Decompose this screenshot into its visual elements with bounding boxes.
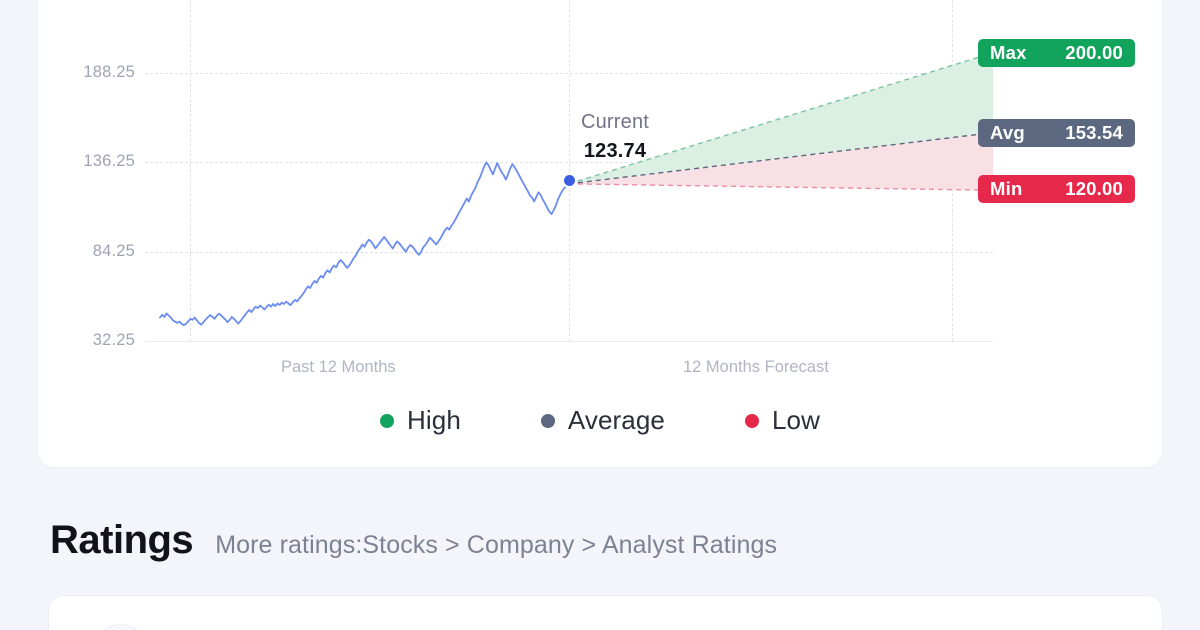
breadcrumb[interactable]: More ratings:Stocks > Company > Analyst … xyxy=(215,533,777,558)
badge-avg: Avg 153.54 xyxy=(978,119,1135,147)
ratings-card xyxy=(48,595,1163,630)
y-axis-tick-32-25: 32.25 xyxy=(92,331,135,349)
current-price-value: 123.74 xyxy=(583,140,647,162)
page-title: Ratings xyxy=(50,518,194,562)
price-history-line xyxy=(159,161,570,327)
y-axis-tick-188-25: 188.25 xyxy=(83,63,135,81)
legend-label-average: Average xyxy=(567,405,665,435)
x-axis-label-past: Past 12 Months xyxy=(281,358,396,376)
price-forecast-chart: 188.25 136.25 84.25 32.25 Past 12 Months… xyxy=(0,0,1200,470)
current-price-annotation: Current 123.74 xyxy=(515,112,715,161)
legend-label-high: High xyxy=(407,405,461,435)
badge-max: Max 200.00 xyxy=(978,39,1135,67)
gridline-32-25 xyxy=(145,341,993,342)
current-price-label: Current xyxy=(580,111,650,133)
badge-max-label: Max xyxy=(990,42,1027,63)
legend-item-average[interactable]: Average xyxy=(540,405,665,436)
legend-dot-low-icon xyxy=(744,413,759,428)
badge-min-label: Min xyxy=(990,178,1023,199)
ratings-section-header: Ratings More ratings:Stocks > Company > … xyxy=(50,520,777,560)
legend-dot-average-icon xyxy=(540,413,555,428)
chart-svg xyxy=(159,52,994,327)
badge-avg-value: 153.54 xyxy=(1065,122,1123,143)
y-axis-tick-84-25: 84.25 xyxy=(92,242,135,260)
chart-legend: High Average Low xyxy=(0,405,1200,436)
avatar xyxy=(94,624,148,630)
badge-max-value: 200.00 xyxy=(1065,42,1123,63)
badge-avg-label: Avg xyxy=(990,122,1025,143)
legend-item-high[interactable]: High xyxy=(380,405,461,436)
chart-plot-area xyxy=(145,0,994,342)
badge-min-value: 120.00 xyxy=(1065,178,1123,199)
current-price-dot xyxy=(564,175,575,186)
badge-min: Min 120.00 xyxy=(978,175,1135,203)
legend-label-low: Low xyxy=(771,405,820,435)
legend-dot-high-icon xyxy=(380,413,395,428)
y-axis-tick-136-25: 136.25 xyxy=(83,152,135,170)
legend-item-low[interactable]: Low xyxy=(744,405,820,436)
x-axis-label-forecast: 12 Months Forecast xyxy=(683,358,829,376)
